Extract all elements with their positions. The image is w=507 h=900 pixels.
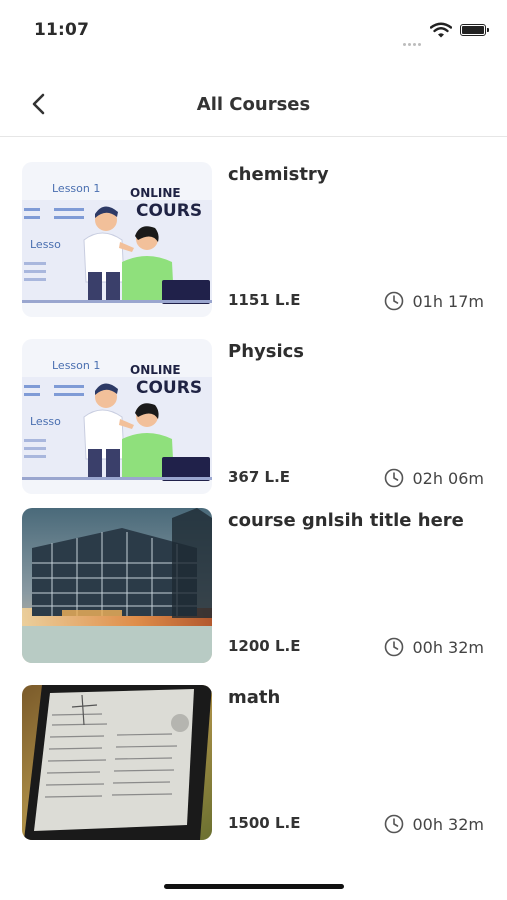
course-price: 367 L.E (228, 468, 291, 486)
course-duration: 02h 06m (384, 468, 484, 488)
svg-text:COURS: COURS (136, 378, 202, 398)
svg-text:Lesso: Lesso (30, 415, 61, 428)
clock-icon (385, 468, 404, 488)
clock-icon (385, 637, 404, 657)
course-card-course-gnlsih[interactable]: course gnlsih title here 1200 L.E 00h 32… (22, 508, 484, 663)
clock-icon (385, 291, 404, 311)
course-title: Physics (228, 341, 305, 362)
course-thumbnail (22, 508, 212, 663)
svg-text:Lesson 1: Lesson 1 (52, 359, 100, 372)
course-duration-text: 00h 32m (412, 814, 484, 834)
svg-text:ONLINE: ONLINE (130, 363, 181, 377)
course-title: course gnlsih title here (228, 510, 464, 531)
course-price: 1500 L.E (228, 814, 301, 832)
course-duration-text: 02h 06m (412, 468, 484, 488)
svg-text:Lesson 1: Lesson 1 (52, 182, 100, 195)
course-thumbnail (22, 685, 212, 840)
clock-icon (385, 814, 404, 834)
course-card-physics[interactable]: Lesson 1 ONLINE COURS Lesso Physics 367 … (22, 339, 484, 494)
app-header: All Courses (0, 78, 507, 137)
course-card-chemistry[interactable]: Lesson 1 ONLINE COURS Lesso chemistry 11… (22, 162, 484, 317)
course-duration-text: 01h 17m (412, 291, 484, 311)
wifi-icon (430, 22, 452, 38)
home-indicator[interactable] (164, 884, 344, 889)
signal-icon (403, 31, 425, 46)
course-duration: 00h 32m (384, 814, 484, 834)
page-title: All Courses (196, 94, 311, 115)
course-price: 1200 L.E (228, 637, 301, 655)
course-duration: 01h 17m (384, 291, 484, 311)
course-card-math[interactable]: math 1500 L.E 00h 32m (22, 685, 484, 840)
course-title: math (228, 687, 281, 708)
battery-icon (460, 24, 489, 36)
course-duration-text: 00h 32m (412, 637, 484, 657)
svg-text:COURS: COURS (136, 201, 202, 221)
course-thumbnail: Lesson 1 ONLINE COURS Lesso (22, 339, 212, 494)
svg-text:ONLINE: ONLINE (130, 186, 181, 200)
status-time: 11:07 (34, 20, 90, 40)
status-bar: 11:07 (0, 0, 507, 60)
svg-text:Lesso: Lesso (30, 238, 61, 251)
course-price: 1151 L.E (228, 291, 301, 309)
course-duration: 00h 32m (384, 637, 484, 657)
course-thumbnail: Lesson 1 ONLINE COURS Lesso (22, 162, 212, 317)
course-title: chemistry (228, 164, 329, 185)
